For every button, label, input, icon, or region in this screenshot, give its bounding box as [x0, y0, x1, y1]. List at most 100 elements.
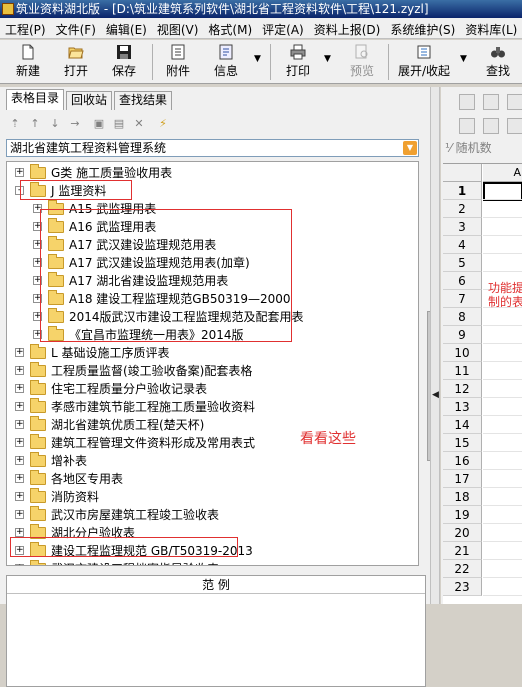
- expand-toggle-icon[interactable]: +: [15, 420, 24, 429]
- menu-file[interactable]: 文件(F): [51, 18, 101, 38]
- menu-view[interactable]: 视图(V): [152, 18, 204, 38]
- row-header[interactable]: 20: [443, 524, 482, 542]
- tab-search-results[interactable]: 查找结果: [114, 91, 172, 110]
- grid-cell[interactable]: [483, 218, 522, 236]
- expand-dropdown-icon[interactable]: ▼: [460, 54, 467, 64]
- expand-toggle-icon[interactable]: +: [15, 492, 24, 501]
- random-number-button[interactable]: ⅟ 随机数: [445, 139, 492, 156]
- new-button[interactable]: 新建: [10, 42, 46, 82]
- cut-icon[interactable]: [483, 94, 499, 110]
- row-header[interactable]: 16: [443, 452, 482, 470]
- copy-icon[interactable]: ▣: [92, 117, 106, 131]
- expand-collapse-button[interactable]: 展开/收起: [394, 42, 454, 82]
- row-header[interactable]: 23: [443, 578, 482, 596]
- grid-cell[interactable]: [483, 362, 522, 380]
- menu-system[interactable]: 系统维护(S): [385, 18, 460, 38]
- paste-icon[interactable]: ▤: [112, 117, 126, 131]
- expand-toggle-icon[interactable]: +: [15, 384, 24, 393]
- row-header[interactable]: 21: [443, 542, 482, 560]
- print-button[interactable]: 打印: [280, 42, 316, 82]
- menu-edit[interactable]: 编辑(E): [101, 18, 152, 38]
- menu-project[interactable]: 工程(P): [0, 18, 51, 38]
- grid-cell[interactable]: [483, 200, 522, 218]
- find-button[interactable]: 查找: [480, 42, 516, 82]
- expand-toggle-icon[interactable]: +: [15, 564, 24, 565]
- grid-cell[interactable]: [483, 254, 522, 272]
- expand-toggle-icon[interactable]: +: [15, 402, 24, 411]
- move-top-icon[interactable]: ⇡: [8, 117, 22, 131]
- chevron-down-icon[interactable]: ▼: [403, 141, 417, 155]
- column-header-a[interactable]: A: [483, 164, 522, 182]
- row-header[interactable]: 12: [443, 380, 482, 398]
- menu-format[interactable]: 格式(M): [203, 18, 257, 38]
- grid-cell[interactable]: [483, 524, 522, 542]
- delete-icon[interactable]: ✕: [132, 117, 146, 131]
- expand-toggle-icon[interactable]: +: [15, 366, 24, 375]
- expand-toggle-icon[interactable]: +: [15, 474, 24, 483]
- grid-cell[interactable]: [483, 470, 522, 488]
- row-header[interactable]: 5: [443, 254, 482, 272]
- grid-cell[interactable]: [483, 542, 522, 560]
- grid-cell[interactable]: [483, 344, 522, 362]
- info-dropdown-icon[interactable]: ▼: [254, 54, 261, 64]
- row-header[interactable]: 3: [443, 218, 482, 236]
- grid-cell[interactable]: [483, 452, 522, 470]
- copy-icon[interactable]: [459, 94, 475, 110]
- row-header[interactable]: 2: [443, 200, 482, 218]
- insert-row-icon[interactable]: [459, 118, 475, 134]
- insert-col-icon[interactable]: [483, 118, 499, 134]
- save-button[interactable]: 保存: [106, 42, 142, 82]
- grid-cell[interactable]: [483, 326, 522, 344]
- expand-toggle-icon[interactable]: +: [15, 348, 24, 357]
- expand-toggle-icon[interactable]: +: [15, 528, 24, 537]
- grid-cell[interactable]: [483, 578, 522, 596]
- panel-splitter[interactable]: ◀: [430, 87, 440, 604]
- menu-evaluate[interactable]: 评定(A): [257, 18, 309, 38]
- row-header[interactable]: 6: [443, 272, 482, 290]
- expand-toggle-icon[interactable]: +: [15, 510, 24, 519]
- row-header[interactable]: 10: [443, 344, 482, 362]
- row-header[interactable]: 15: [443, 434, 482, 452]
- grid-cell[interactable]: [483, 560, 522, 578]
- grid-cell[interactable]: [483, 506, 522, 524]
- grid-cell[interactable]: [483, 488, 522, 506]
- grid-cell[interactable]: [483, 398, 522, 416]
- system-select[interactable]: 湖北省建筑工程资料管理系统 ▼: [6, 139, 419, 157]
- grid-cell[interactable]: [483, 236, 522, 254]
- move-right-icon[interactable]: →: [68, 117, 82, 131]
- menu-upload[interactable]: 资料上报(D): [309, 18, 386, 38]
- preview-button[interactable]: 预览: [344, 42, 380, 82]
- filter-icon[interactable]: ⚡: [156, 117, 170, 131]
- row-header[interactable]: 11: [443, 362, 482, 380]
- print-dropdown-icon[interactable]: ▼: [324, 54, 331, 64]
- grid-corner[interactable]: [443, 164, 482, 182]
- tab-catalog[interactable]: 表格目录: [6, 89, 64, 110]
- row-header[interactable]: 17: [443, 470, 482, 488]
- row-header[interactable]: 7: [443, 290, 482, 308]
- menu-library[interactable]: 资料库(L): [460, 18, 522, 38]
- expand-toggle-icon[interactable]: +: [15, 456, 24, 465]
- row-header[interactable]: 22: [443, 560, 482, 578]
- move-up-icon[interactable]: ↑: [28, 117, 42, 131]
- row-header[interactable]: 9: [443, 326, 482, 344]
- open-button[interactable]: 打开: [58, 42, 94, 82]
- grid-cell[interactable]: [483, 182, 522, 200]
- grid-cell[interactable]: [483, 434, 522, 452]
- row-header[interactable]: 14: [443, 416, 482, 434]
- tab-recycle-bin[interactable]: 回收站: [66, 91, 112, 110]
- move-down-icon[interactable]: ↓: [48, 117, 62, 131]
- grid-cell[interactable]: [483, 380, 522, 398]
- expand-toggle-icon[interactable]: +: [15, 168, 24, 177]
- attach-button[interactable]: 附件: [160, 42, 196, 82]
- expand-toggle-icon[interactable]: +: [15, 438, 24, 447]
- grid-cell[interactable]: [483, 308, 522, 326]
- info-button[interactable]: 信息: [206, 42, 246, 82]
- row-header[interactable]: 19: [443, 506, 482, 524]
- grid-cell[interactable]: [483, 416, 522, 434]
- row-header[interactable]: 18: [443, 488, 482, 506]
- row-header[interactable]: 8: [443, 308, 482, 326]
- row-header[interactable]: 4: [443, 236, 482, 254]
- paste-icon[interactable]: [507, 94, 522, 110]
- row-header[interactable]: 13: [443, 398, 482, 416]
- format-icon[interactable]: [507, 118, 522, 134]
